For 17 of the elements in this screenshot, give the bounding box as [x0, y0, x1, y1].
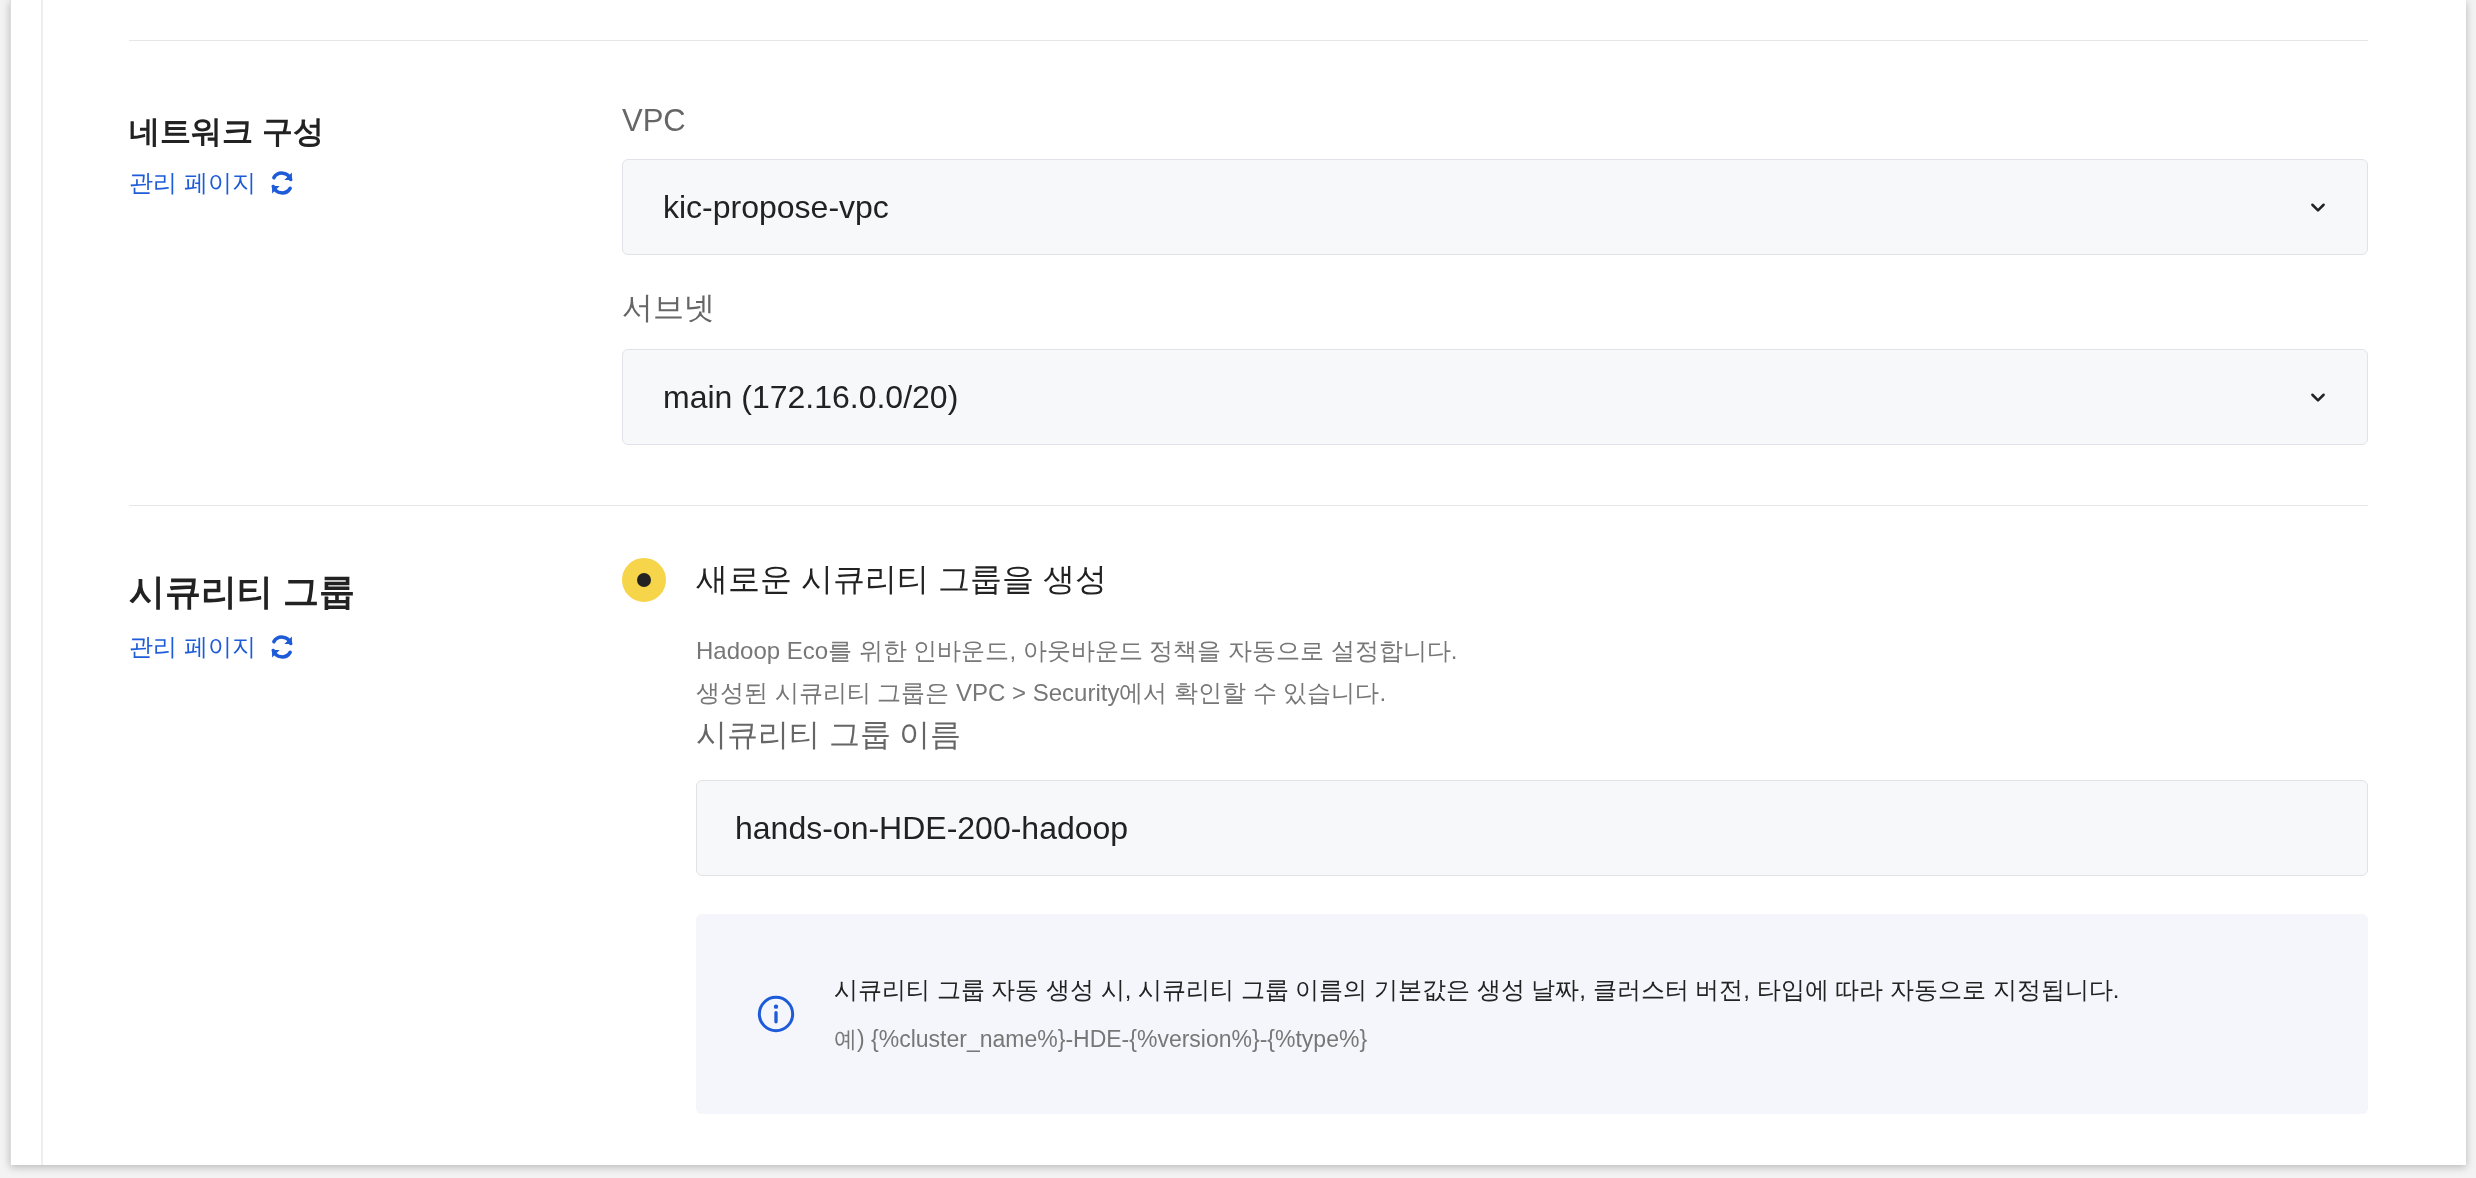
input-field[interactable]: hands-on-HDE-200-hadoop — [696, 780, 2368, 876]
dropdown-select[interactable]: main (172.16.0.0/20) — [622, 349, 2368, 445]
dropdown-select[interactable]: kic-propose-vpc — [622, 159, 2368, 255]
management-page-link[interactable]: 관리 페이지 — [129, 631, 256, 663]
field-label: VPC — [622, 103, 687, 139]
radio-button[interactable] — [622, 558, 666, 602]
example-text: 예) {%cluster_name%}-HDE-{%version%}-{%type%} — [834, 1024, 1369, 1054]
description-text: 생성된 시큐리티 그룹은 VPC > Security에서 확인할 수 있습니다. — [696, 678, 1388, 708]
description-text: Hadoop Eco를 위한 인바운드, 아웃바운드 정책을 자동으로 설정합니다. — [696, 636, 1459, 666]
field-label: 시큐리티 그룹 이름 — [696, 716, 963, 754]
section-title: 네트워크 구성 — [129, 113, 325, 151]
section-title: 시큐리티 그룹 — [129, 570, 356, 614]
info-text: 시큐리티 그룹 자동 생성 시, 시큐리티 그룹 이름의 기본값은 생성 날짜, 클러스터 버전, 타입에 따라 자동으로 지정됩니다. — [834, 974, 2120, 1005]
field-label: 서브넷 — [622, 289, 716, 327]
info-icon — [756, 994, 796, 1034]
radio-label: 새로운 시큐리티 그룹을 생성 — [696, 560, 1107, 599]
management-page-link[interactable]: 관리 페이지 — [129, 167, 256, 199]
